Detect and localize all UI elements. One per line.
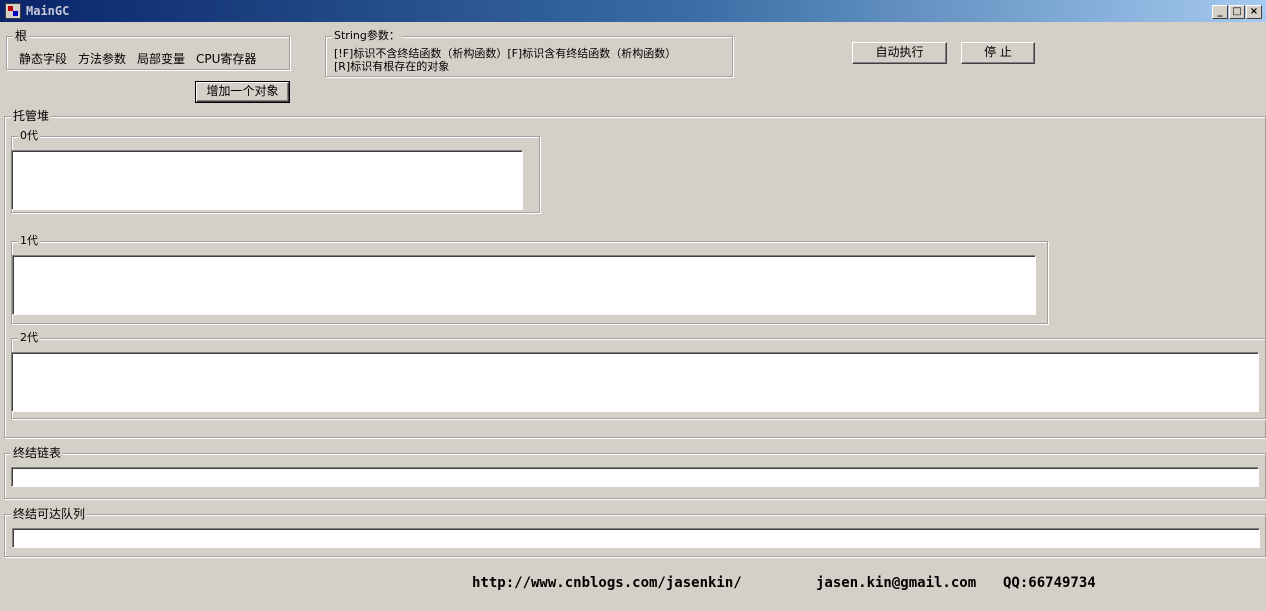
string-params-group: String参数： [!F]标识不含终结函数（析构函数）[F]标识含有终结函数（… — [325, 29, 733, 77]
managed-heap-title: 托管堆 — [11, 109, 52, 123]
auto-run-button[interactable]: 自动执行 — [852, 42, 947, 64]
root-static-fields: 静态字段 — [19, 52, 68, 66]
stop-button[interactable]: 停 止 — [961, 42, 1035, 64]
footer-qq: QQ:66749734 — [1003, 575, 1096, 591]
close-button[interactable]: × — [1246, 5, 1262, 19]
string-params-title: String参数： — [332, 29, 402, 43]
gen1-listbox[interactable] — [12, 255, 1036, 315]
root-local-variables: 局部变量 — [137, 52, 186, 66]
string-params-line1: [!F]标识不含终结函数（析构函数）[F]标识含有终结函数（析构函数） — [334, 47, 677, 60]
gen1-title: 1代 — [18, 234, 40, 248]
freachable-listbox[interactable] — [12, 528, 1260, 548]
add-object-label: 增加一个对象 — [206, 84, 279, 98]
roots-group: 根 静态字段 方法参数 局部变量 CPU寄存器 — [6, 29, 290, 70]
finalization-listbox[interactable] — [11, 467, 1259, 487]
root-method-params: 方法参数 — [78, 52, 127, 66]
freachable-queue-title: 终结可达队列 — [11, 507, 88, 521]
app-icon[interactable] — [5, 3, 21, 19]
footer-url: http://www.cnblogs.com/jasenkin/ — [472, 575, 742, 591]
window-title: MainGC — [26, 4, 70, 18]
gen2-listbox[interactable] — [11, 352, 1259, 412]
title-bar[interactable]: MainGC _ □ × — [0, 0, 1266, 22]
finalization-list-title: 终结链表 — [11, 446, 64, 460]
minimize-button[interactable]: _ — [1212, 5, 1228, 19]
roots-group-title: 根 — [13, 29, 30, 43]
root-cpu-registers: CPU寄存器 — [196, 52, 257, 66]
footer-email: jasen.kin@gmail.com — [816, 575, 977, 591]
gen0-title: 0代 — [18, 129, 40, 143]
string-params-line2: [R]标识有根存在的对象 — [334, 60, 450, 73]
add-object-button[interactable]: 增加一个对象 — [195, 81, 290, 103]
maximize-button[interactable]: □ — [1229, 5, 1245, 19]
gen0-listbox[interactable] — [11, 150, 523, 210]
gen2-title: 2代 — [18, 331, 40, 345]
